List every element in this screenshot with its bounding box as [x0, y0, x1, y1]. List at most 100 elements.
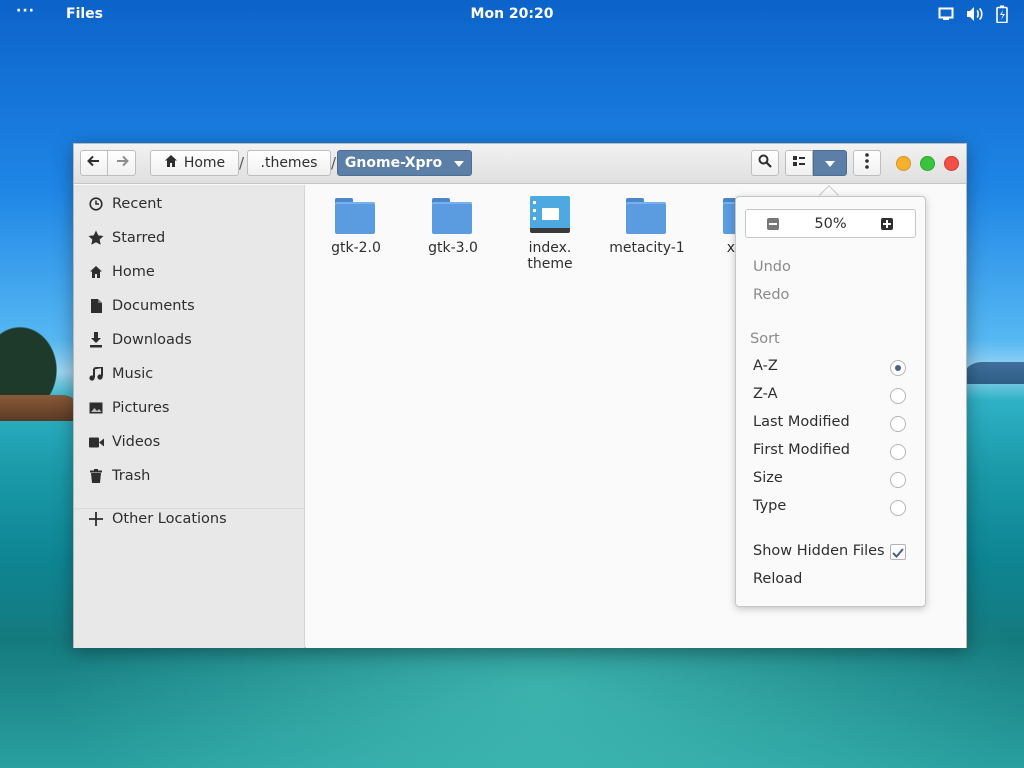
sidebar-item-pictures[interactable]: Pictures — [74, 393, 305, 423]
kebab-menu-icon — [865, 153, 869, 173]
view-options-button[interactable] — [813, 150, 847, 176]
sidebar-item-label: Trash — [112, 468, 151, 484]
sidebar-item-starred[interactable]: Starred — [74, 223, 305, 253]
view-options-popover: 50% Undo Redo Sort A-Z Z-A Last Modified… — [735, 196, 926, 607]
show-hidden-files-item[interactable]: Show Hidden Files — [753, 543, 885, 559]
sort-option-first-modified[interactable]: First Modified — [753, 442, 850, 458]
back-button[interactable] — [80, 150, 108, 176]
sidebar-item-trash[interactable]: Trash — [74, 461, 305, 491]
arrow-right-icon — [115, 154, 129, 172]
sidebar-item-label: Documents — [112, 298, 195, 314]
trash-icon — [88, 468, 104, 484]
redo-item[interactable]: Redo — [753, 287, 789, 303]
breadcrumb-current-label: Gnome-Xpro — [344, 155, 443, 171]
minimize-button[interactable] — [896, 156, 911, 171]
battery-icon[interactable] — [996, 5, 1008, 23]
file-item[interactable]: gtk-3.0 — [408, 186, 498, 256]
chevron-down-icon — [825, 155, 835, 171]
checkmark-icon — [892, 543, 904, 562]
sort-option-size[interactable]: Size — [753, 470, 783, 486]
path-separator: / — [239, 154, 245, 172]
forward-button[interactable] — [108, 150, 136, 176]
sort-last-modified-radio[interactable] — [890, 416, 906, 432]
sidebar-item-other-locations[interactable]: Other Locations — [74, 504, 305, 534]
volume-icon[interactable] — [966, 6, 984, 22]
system-tray[interactable] — [938, 5, 1008, 23]
sidebar-item-label: Downloads — [112, 332, 192, 348]
sidebar-item-music[interactable]: Music — [74, 359, 305, 389]
file-item[interactable]: index. theme — [505, 186, 595, 272]
plus-icon — [88, 511, 104, 527]
breadcrumb-home[interactable]: Home — [150, 150, 239, 176]
undo-item[interactable]: Undo — [753, 259, 791, 275]
sidebar-item-home[interactable]: Home — [74, 257, 305, 287]
view-toggle-button[interactable] — [785, 150, 813, 176]
music-icon — [88, 366, 104, 382]
file-item[interactable]: gtk-2.0 — [311, 186, 401, 256]
star-icon — [88, 230, 104, 246]
sort-a-z-radio[interactable] — [890, 360, 906, 376]
sidebar-item-label: Music — [112, 366, 154, 382]
clock[interactable]: Mon 20:20 — [0, 6, 1024, 22]
zoom-out-button[interactable] — [767, 218, 779, 230]
sidebar-item-label: Recent — [112, 196, 163, 212]
show-hidden-files-checkbox[interactable] — [890, 544, 906, 560]
sort-z-a-radio[interactable] — [890, 388, 906, 404]
clock-icon — [88, 196, 104, 212]
zoom-control: 50% — [745, 209, 916, 238]
download-icon — [88, 332, 104, 348]
zoom-in-button[interactable] — [881, 218, 893, 230]
video-icon — [88, 434, 104, 450]
breadcrumb-current[interactable]: Gnome-Xpro — [337, 150, 472, 176]
chevron-down-icon — [454, 155, 465, 171]
sort-option-type[interactable]: Type — [753, 498, 786, 514]
sort-option-last-modified[interactable]: Last Modified — [753, 414, 850, 430]
folder-icon — [335, 196, 377, 236]
sort-heading: Sort — [750, 331, 780, 347]
file-name: metacity-1 — [609, 240, 685, 256]
sidebar-item-label: Home — [112, 264, 155, 280]
file-name-line2: theme — [527, 256, 573, 272]
sort-type-radio[interactable] — [890, 500, 906, 516]
sort-first-modified-radio[interactable] — [890, 444, 906, 460]
home-icon — [88, 264, 104, 280]
background-hill — [960, 362, 1024, 384]
sidebar-item-label: Other Locations — [112, 511, 227, 527]
search-icon — [758, 154, 772, 172]
file-item[interactable]: metacity-1 — [602, 186, 692, 256]
arrow-left-icon — [87, 154, 101, 172]
sort-option-z-a[interactable]: Z-A — [753, 386, 778, 402]
breadcrumb-themes[interactable]: .themes — [247, 150, 331, 176]
folder-icon — [626, 196, 668, 236]
list-view-icon — [792, 154, 806, 172]
sidebar-item-label: Pictures — [112, 400, 170, 416]
breadcrumb-home-label: Home — [183, 155, 226, 171]
path-separator: / — [331, 154, 337, 172]
screen-icon[interactable] — [938, 6, 954, 22]
sidebar-item-label: Starred — [112, 230, 166, 246]
home-icon — [164, 154, 178, 172]
top-panel: ··· Files Mon 20:20 — [0, 0, 1024, 28]
theme-file-icon — [529, 196, 571, 236]
sort-size-radio[interactable] — [890, 472, 906, 488]
document-icon — [88, 298, 104, 314]
sidebar-item-label: Videos — [112, 434, 161, 450]
sidebar: Recent Starred Home Documents Downloads — [74, 185, 305, 648]
maximize-button[interactable] — [920, 156, 935, 171]
sidebar-item-recent[interactable]: Recent — [74, 189, 305, 219]
search-button[interactable] — [751, 150, 779, 176]
close-button[interactable] — [944, 156, 959, 171]
file-name: index. — [528, 240, 572, 256]
picture-icon — [88, 400, 104, 416]
reload-item[interactable]: Reload — [753, 571, 802, 587]
file-name: gtk-2.0 — [331, 240, 381, 256]
background-shore — [0, 395, 80, 421]
zoom-level: 50% — [814, 215, 847, 232]
folder-icon — [432, 196, 474, 236]
sidebar-item-documents[interactable]: Documents — [74, 291, 305, 321]
headerbar: Home / .themes / Gnome-Xpro — [74, 144, 966, 184]
sidebar-item-downloads[interactable]: Downloads — [74, 325, 305, 355]
sidebar-item-videos[interactable]: Videos — [74, 427, 305, 457]
menu-button[interactable] — [853, 150, 881, 176]
sort-option-a-z[interactable]: A-Z — [753, 358, 778, 374]
